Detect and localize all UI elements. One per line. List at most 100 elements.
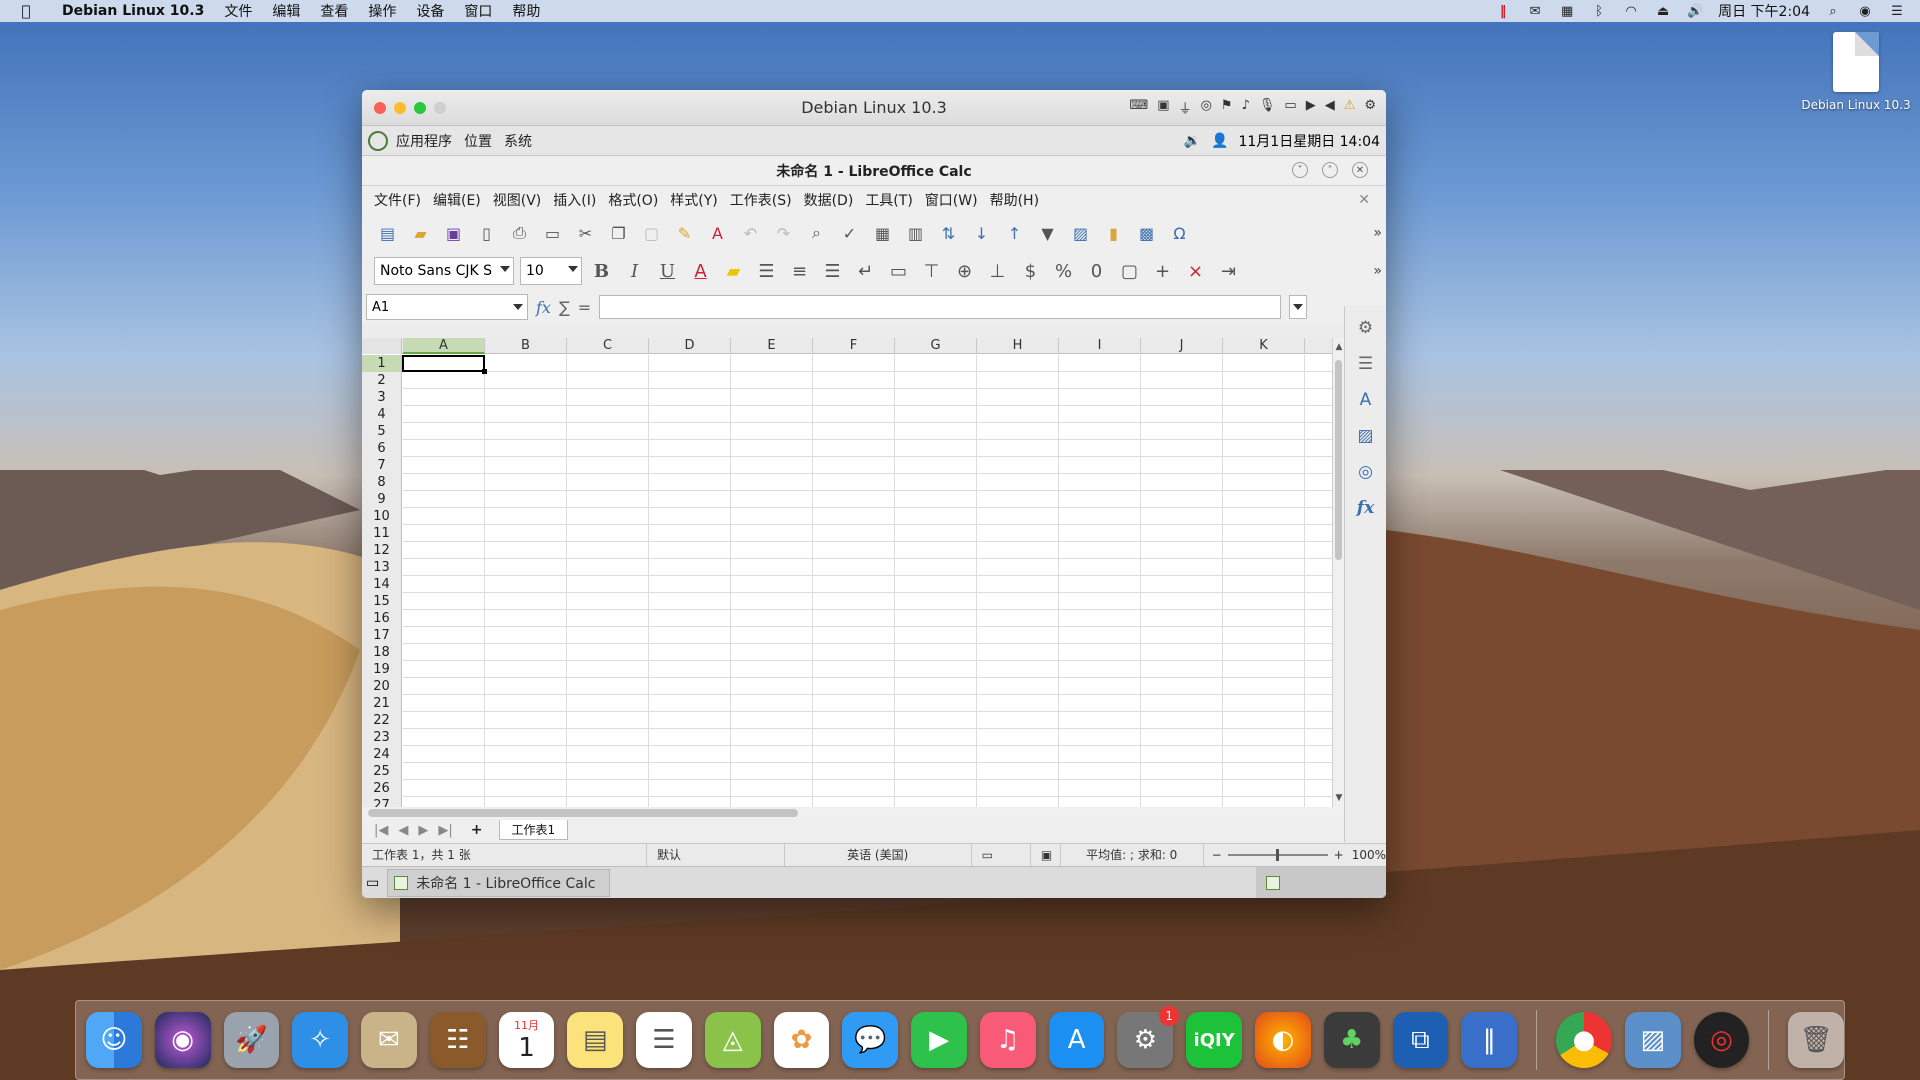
- menu-insert[interactable]: 插入(I): [547, 190, 602, 210]
- notification-center-icon[interactable]: ☰: [1888, 4, 1906, 19]
- workspace-icon[interactable]: [1266, 875, 1280, 890]
- gnome-menu-applications[interactable]: 应用程序: [396, 131, 452, 151]
- formula-equals-icon[interactable]: =: [578, 298, 591, 317]
- menubar-item-view[interactable]: 查看: [310, 1, 358, 21]
- vm-fusion-icon[interactable]: ⧉: [1392, 1012, 1449, 1068]
- cpu-icon[interactable]: ▣: [1157, 98, 1169, 117]
- menu-tools[interactable]: 工具(T): [859, 190, 918, 210]
- row-header[interactable]: 17: [362, 627, 401, 644]
- zoom-button[interactable]: [414, 101, 426, 114]
- insert-chart-icon[interactable]: ▮: [1100, 220, 1127, 246]
- number-format-icon[interactable]: 0: [1083, 258, 1110, 284]
- menu-data[interactable]: 数据(D): [798, 190, 860, 210]
- facetime-icon[interactable]: ▶: [911, 1012, 967, 1068]
- sum-icon[interactable]: ∑: [559, 298, 570, 317]
- column-header-d[interactable]: D: [649, 338, 731, 354]
- settings-gear-icon[interactable]: ⚙: [1364, 98, 1376, 117]
- gnome-datetime[interactable]: 11月1日星期日 14:04: [1238, 131, 1380, 151]
- status-page-style[interactable]: 默认: [647, 843, 785, 866]
- reminders-icon[interactable]: ☰: [636, 1012, 692, 1068]
- row-header[interactable]: 7: [362, 457, 401, 474]
- show-desktop-icon[interactable]: ▭: [366, 875, 379, 891]
- photos-icon[interactable]: ✿: [773, 1012, 830, 1068]
- sheet-tab[interactable]: 工作表1: [498, 820, 569, 840]
- parallels-icon[interactable]: ‖: [1494, 4, 1512, 19]
- export-pdf-icon[interactable]: ▯: [473, 220, 500, 246]
- zoom-slider[interactable]: − +: [1204, 848, 1352, 862]
- expand-formula-bar-icon[interactable]: [1289, 295, 1308, 319]
- row-header[interactable]: 21: [362, 695, 401, 712]
- column-header-g[interactable]: G: [895, 338, 977, 354]
- print-icon[interactable]: ⎙: [506, 220, 533, 246]
- gnome-user-icon[interactable]: 👤: [1211, 133, 1228, 149]
- sidebar-styles-icon[interactable]: A: [1354, 388, 1378, 412]
- microphone-icon[interactable]: 🎙: [1259, 98, 1276, 117]
- column-header-k[interactable]: K: [1223, 338, 1305, 354]
- keyboard-icon[interactable]: ⌨: [1130, 98, 1149, 117]
- new-document-icon[interactable]: ▤: [374, 220, 401, 246]
- column-header-i[interactable]: I: [1059, 338, 1141, 354]
- row-header[interactable]: 20: [362, 678, 401, 695]
- chrome-icon[interactable]: ●: [1556, 1012, 1612, 1068]
- fullscreen-button[interactable]: [434, 101, 446, 114]
- vertical-scrollbar[interactable]: ▲ ▼: [1332, 338, 1344, 807]
- font-size-combo[interactable]: 10: [520, 257, 582, 285]
- apple-menu-icon[interactable]: : [0, 2, 52, 20]
- column-icon[interactable]: ▥: [902, 220, 929, 246]
- column-header-b[interactable]: B: [485, 338, 567, 354]
- align-top-icon[interactable]: ⊤: [918, 258, 945, 284]
- menubar-app-name[interactable]: Debian Linux 10.3: [52, 3, 214, 19]
- menubar-item-file[interactable]: 文件: [214, 1, 262, 21]
- column-header-a[interactable]: A: [403, 338, 485, 354]
- menubar-item-window[interactable]: 窗口: [454, 1, 502, 21]
- function-wizard-icon[interactable]: fx: [536, 298, 551, 317]
- row-header[interactable]: 1: [362, 355, 401, 372]
- row-header[interactable]: 8: [362, 474, 401, 491]
- align-left-icon[interactable]: ☰: [753, 258, 780, 284]
- undo-icon[interactable]: ↶: [737, 220, 764, 246]
- menubar-clock[interactable]: 周日 下午2:04: [1718, 1, 1810, 21]
- paste-icon[interactable]: ▢: [638, 220, 665, 246]
- close-button[interactable]: [374, 101, 386, 114]
- last-sheet-icon[interactable]: ▶|: [438, 823, 452, 838]
- currency-icon[interactable]: $: [1017, 258, 1044, 284]
- chevron-down-icon[interactable]: [500, 266, 510, 272]
- calc-maximize-button[interactable]: ˄: [1322, 162, 1338, 178]
- firefox-icon[interactable]: ◐: [1255, 1012, 1311, 1068]
- calc-titlebar[interactable]: 未命名 1 - LibreOffice Calc ˅ ˄ ✕: [362, 156, 1386, 186]
- status-document-modified-icon[interactable]: ▣: [1031, 843, 1061, 866]
- horizontal-scroll-thumb[interactable]: [368, 809, 798, 817]
- row-header[interactable]: 26: [362, 780, 401, 797]
- column-header-e[interactable]: E: [731, 338, 813, 354]
- gnome-volume-icon[interactable]: 🔉: [1184, 133, 1201, 149]
- name-box[interactable]: A1: [366, 294, 528, 320]
- trash-icon[interactable]: 🗑: [1788, 1012, 1845, 1068]
- row-header[interactable]: 25: [362, 763, 401, 780]
- delete-decimal-icon[interactable]: ×: [1182, 258, 1209, 284]
- row-icon[interactable]: ▦: [869, 220, 896, 246]
- vm-titlebar[interactable]: Debian Linux 10.3 ⌨ ▣ ⏚ ◎ ⚑ ♪ 🎙 ▭ ▶ ◀ ⚠ …: [362, 90, 1386, 126]
- menubar-item-devices[interactable]: 设备: [406, 1, 454, 21]
- redo-icon[interactable]: ↷: [770, 220, 797, 246]
- row-header[interactable]: 11: [362, 525, 401, 542]
- minimize-button[interactable]: [394, 101, 406, 114]
- menu-help[interactable]: 帮助(H): [984, 190, 1045, 210]
- row-header[interactable]: 3: [362, 389, 401, 406]
- wifi-icon[interactable]: ◠: [1622, 4, 1640, 19]
- sidebar-properties-icon[interactable]: ☰: [1354, 352, 1378, 376]
- desktop-file[interactable]: Debian Linux 10.3: [1796, 32, 1916, 112]
- sidebar-navigator-icon[interactable]: ◎: [1354, 460, 1378, 484]
- menu-view[interactable]: 视图(V): [487, 190, 548, 210]
- clear-formatting-icon[interactable]: A: [704, 220, 731, 246]
- spotlight-search-icon[interactable]: ⌕: [1824, 4, 1842, 19]
- insert-image-icon[interactable]: ▨: [1067, 220, 1094, 246]
- parallels-desktop-icon[interactable]: ‖: [1461, 1012, 1518, 1068]
- font-color-icon[interactable]: A: [687, 258, 714, 284]
- increase-indent-icon[interactable]: ⇥: [1215, 258, 1242, 284]
- mail-stamp-icon[interactable]: ✉: [361, 1012, 417, 1068]
- column-header-c[interactable]: C: [567, 338, 649, 354]
- cell-grid[interactable]: [403, 355, 1332, 807]
- align-middle-icon[interactable]: ⊕: [951, 258, 978, 284]
- row-header[interactable]: 14: [362, 576, 401, 593]
- row-header[interactable]: 24: [362, 746, 401, 763]
